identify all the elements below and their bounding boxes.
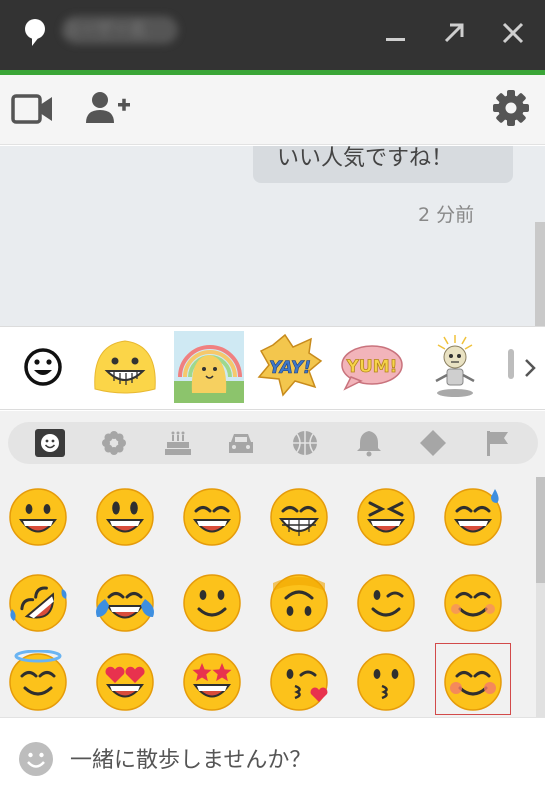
beaming-face-emoji-icon[interactable] [267,485,331,549]
winking-face-emoji-icon[interactable] [354,571,418,635]
category-objects-icon[interactable] [354,429,384,457]
category-activities-icon[interactable] [290,429,320,457]
smiley-tab-icon[interactable] [8,331,78,403]
close-icon[interactable] [499,19,527,47]
minimize-icon[interactable] [382,19,410,47]
grinning-face-smiling-eyes-emoji-icon[interactable] [180,485,244,549]
emoji-picker [0,411,545,717]
yay-sticker-text: YAY! [269,358,311,378]
halo-face-emoji-icon[interactable] [6,650,70,714]
message-list[interactable]: いい人気ですね！ 2 分前 [0,146,545,326]
kissing-heart-face-emoji-icon[interactable] [267,650,331,714]
partial-sticker[interactable] [500,331,520,403]
emoji-selection-box [435,643,511,715]
upside-down-face-emoji-icon[interactable] [267,571,331,635]
category-nature-icon[interactable] [99,429,129,457]
chat-scrollbar[interactable] [535,222,545,326]
tears-of-joy-face-emoji-icon[interactable] [93,571,157,635]
message-composer [0,717,545,800]
category-food-icon[interactable] [163,429,193,457]
message-timestamp: 2 分前 [418,204,475,226]
sweat-smile-face-emoji-icon[interactable] [441,485,505,549]
kissing-face-emoji-icon[interactable] [354,650,418,714]
category-travel-icon[interactable] [226,429,256,457]
yay-sticker[interactable]: YAY! [255,331,325,403]
category-people-icon[interactable] [35,429,65,457]
heart-eyes-face-emoji-icon[interactable] [93,650,157,714]
rainbow-blob-sticker[interactable] [174,331,244,403]
chevron-right-icon[interactable] [520,353,540,383]
category-flags-icon[interactable] [482,429,512,457]
emoji-category-bar [8,422,538,464]
title-bar: ユーザー名 [0,0,545,75]
popout-icon[interactable] [440,19,468,47]
rolling-laughing-face-emoji-icon[interactable] [6,571,70,635]
grinning-face-emoji-icon[interactable] [6,485,70,549]
contact-name: ユーザー名 [62,16,178,44]
message-text: いい人気ですね！ [277,146,454,171]
video-call-icon[interactable] [10,91,56,127]
sticker-tab-strip: YAY! YUM! [0,326,545,410]
chat-bubble-icon [25,19,45,46]
chat-toolbar [0,75,545,145]
grinning-blob-sticker[interactable] [90,331,160,403]
outgoing-message-bubble: いい人気ですね！ [253,146,513,183]
yum-sticker-text: YUM! [346,357,398,377]
grinning-face-big-eyes-emoji-icon[interactable] [93,485,157,549]
squinting-face-emoji-icon[interactable] [354,485,418,549]
yum-sticker[interactable]: YUM! [337,331,407,403]
slightly-smiling-face-emoji-icon[interactable] [180,571,244,635]
emoji-scrollbar-thumb[interactable] [536,477,545,583]
emoji-scrollbar[interactable] [536,477,545,717]
add-person-icon[interactable] [84,89,132,129]
robot-sticker[interactable] [420,331,490,403]
gear-icon[interactable] [490,87,532,129]
smiling-eyes-face-emoji-icon[interactable] [441,571,505,635]
star-struck-face-emoji-icon[interactable] [180,650,244,714]
message-input[interactable] [70,736,530,780]
emoji-picker-button-icon[interactable] [17,740,55,778]
category-symbols-icon[interactable] [418,429,448,457]
